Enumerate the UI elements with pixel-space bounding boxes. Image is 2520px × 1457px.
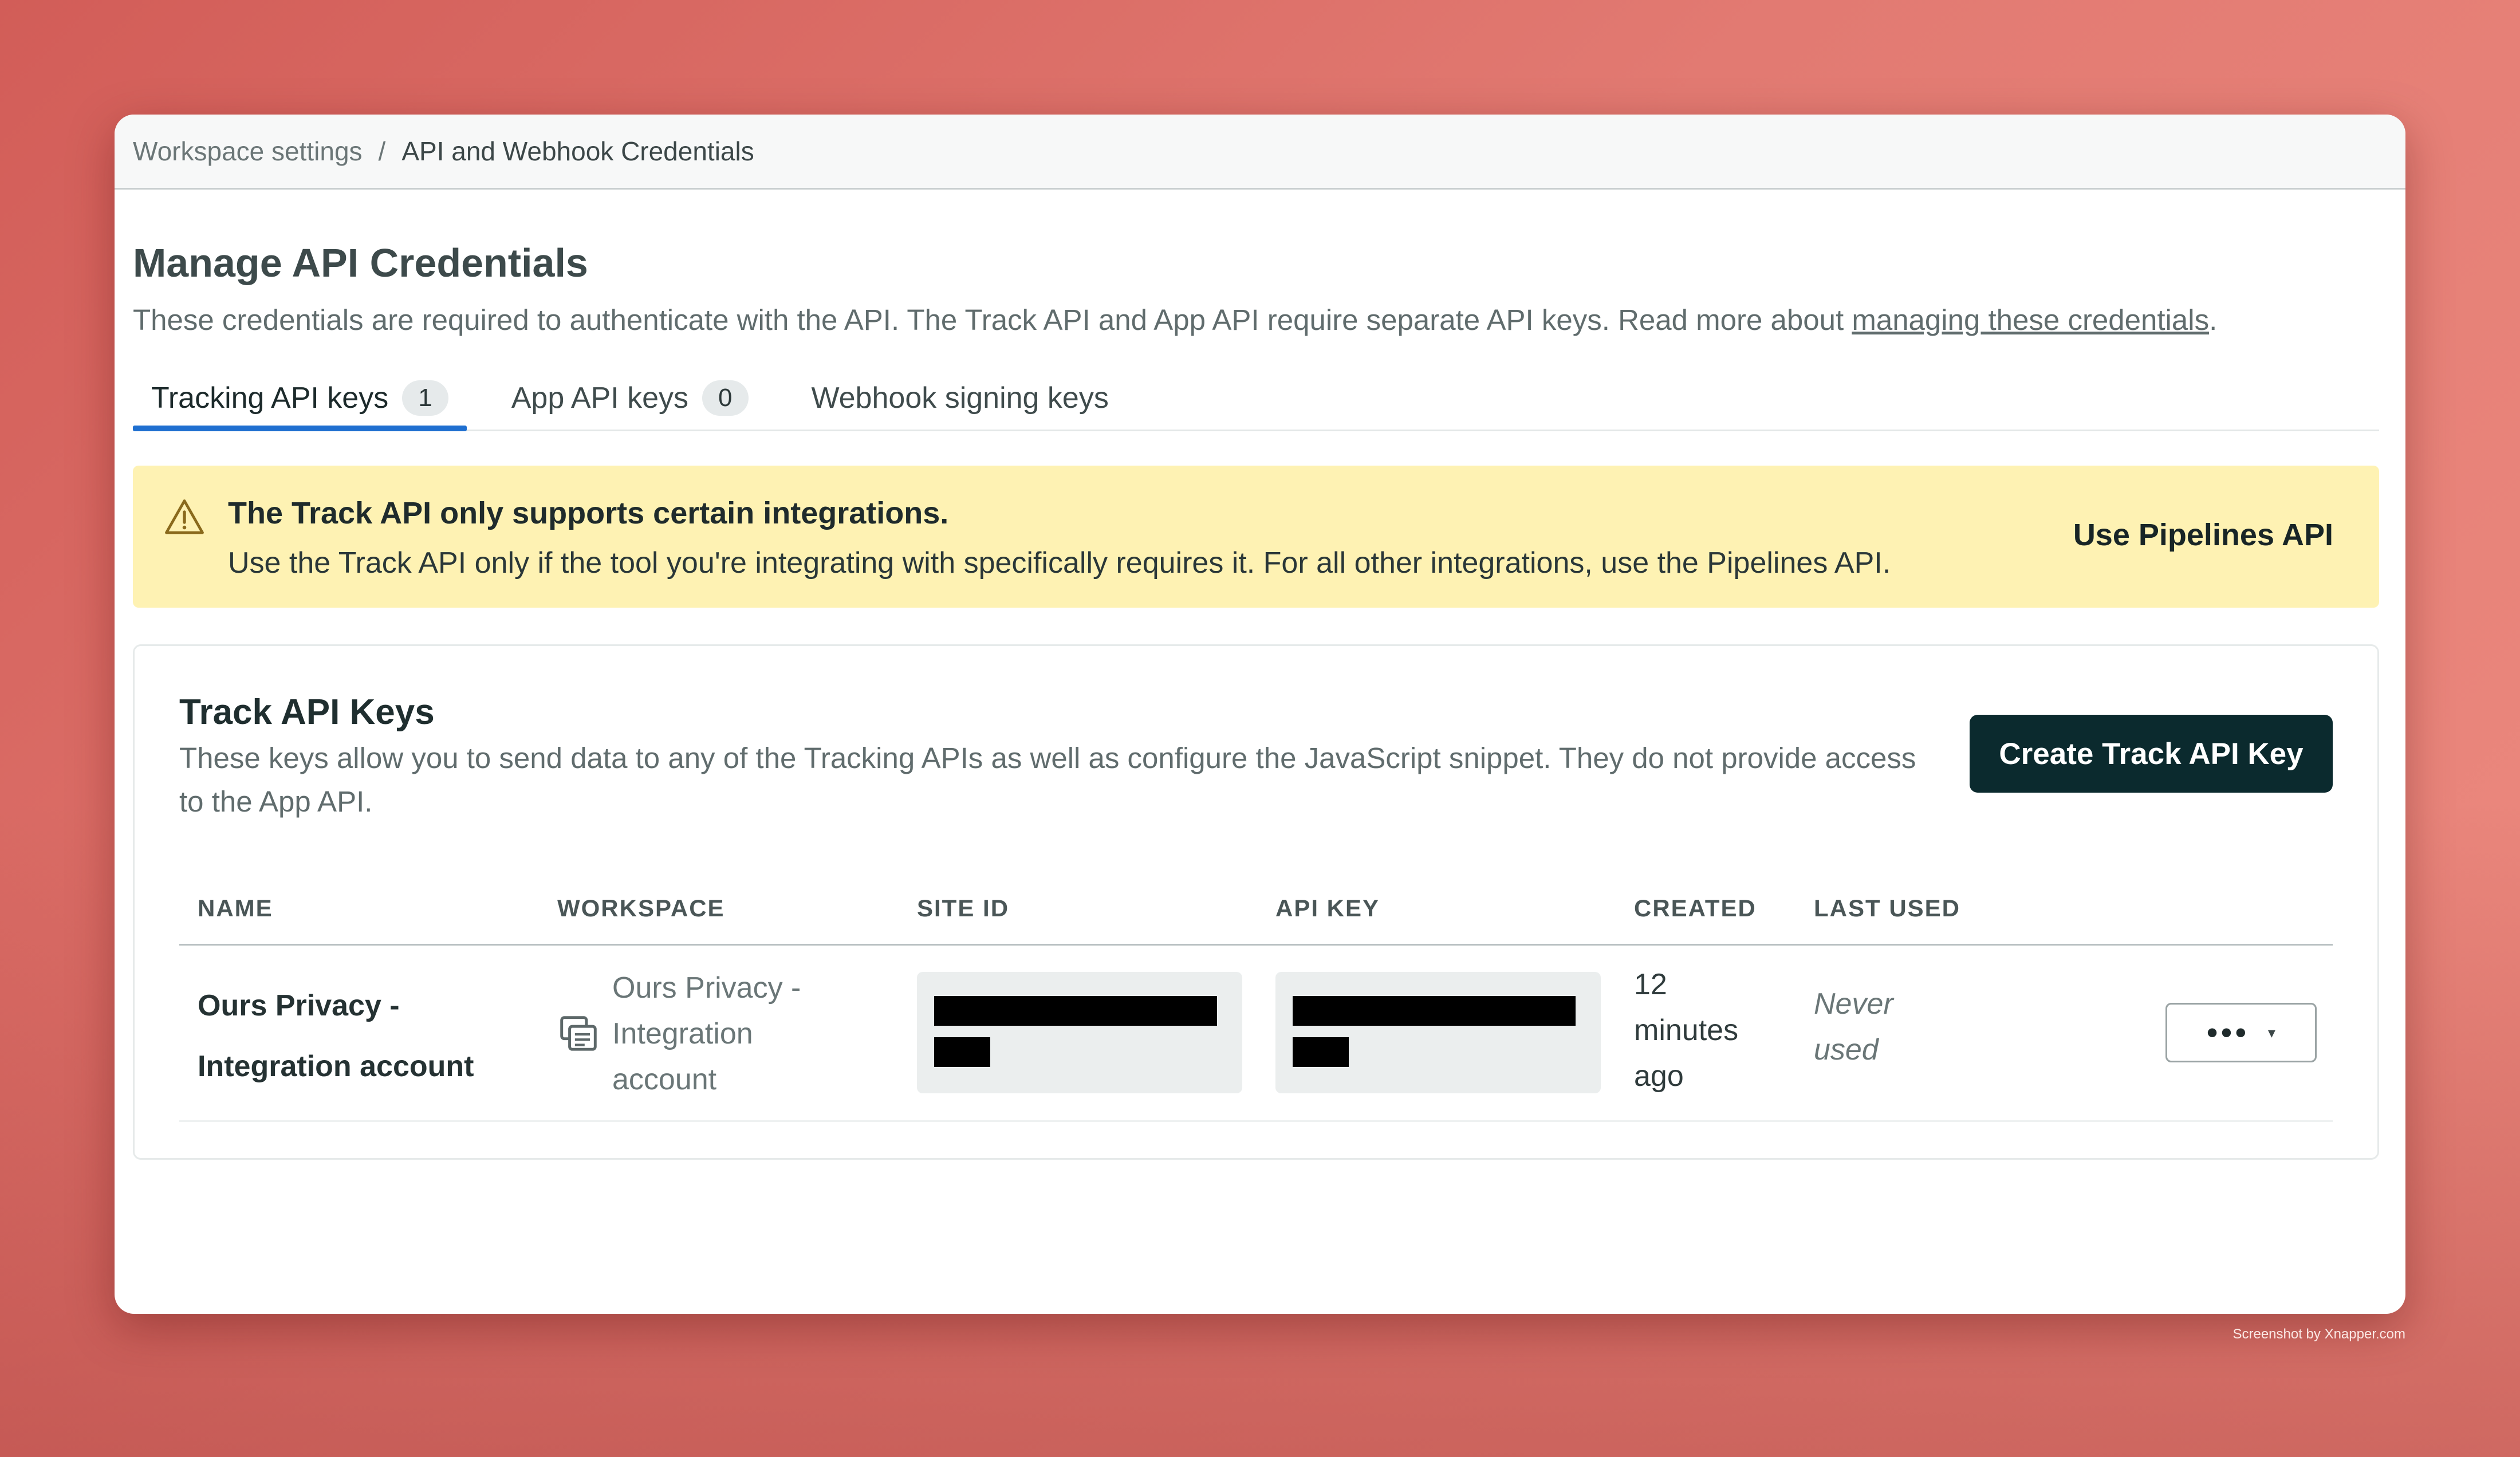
- tab-webhook-signing-keys[interactable]: Webhook signing keys: [793, 367, 1127, 430]
- track-api-warning-banner: The Track API only supports certain inte…: [133, 466, 2379, 608]
- breadcrumb-current: API and Webhook Credentials: [401, 136, 754, 166]
- column-header-created[interactable]: CREATED: [1634, 895, 1757, 922]
- tab-label: Webhook signing keys: [811, 381, 1109, 415]
- workspace-name: Ours Privacy - Integration account: [612, 965, 801, 1102]
- key-name-line: Integration account: [198, 1050, 474, 1083]
- last-used-value: Never used: [1814, 981, 1893, 1073]
- card-title: Track API Keys: [179, 692, 435, 732]
- api-keys-table: NAME WORKSPACE SITE ID API KEY CREATED L…: [179, 869, 2333, 1122]
- tab-count-badge: 1: [402, 380, 448, 416]
- track-api-keys-card: Track API Keys These keys allow you to s…: [133, 644, 2379, 1160]
- use-pipelines-api-button[interactable]: Use Pipelines API: [2073, 517, 2333, 553]
- page-description-end: .: [2209, 304, 2218, 336]
- watermark: Screenshot by Xnapper.com: [2232, 1326, 2405, 1342]
- table-header: NAME WORKSPACE SITE ID API KEY CREATED L…: [179, 869, 2333, 946]
- column-header-workspace[interactable]: WORKSPACE: [557, 895, 725, 922]
- workspace-icon: [560, 1016, 597, 1051]
- redaction-bar: [1293, 1037, 1349, 1067]
- column-header-site-id[interactable]: SITE ID: [917, 895, 1009, 922]
- redaction-bar: [1293, 996, 1576, 1026]
- workspace-name-line: Integration: [612, 1017, 753, 1050]
- last-used-line: Never: [1814, 987, 1893, 1021]
- redaction-bar: [934, 996, 1217, 1026]
- last-used-line: used: [1814, 1033, 1879, 1066]
- page-description-text: These credentials are required to authen…: [133, 304, 1852, 336]
- tab-bar: Tracking API keys 1 App API keys 0 Webho…: [133, 367, 2379, 431]
- warning-body: Use the Track API only if the tool you'r…: [228, 546, 1891, 580]
- created-line: 12: [1634, 968, 1667, 1001]
- main-content: Manage API Credentials These credentials…: [115, 240, 2405, 1160]
- card-description: These keys allow you to send data to any…: [179, 742, 1916, 818]
- tab-count-badge: 0: [702, 380, 749, 416]
- workspace-name-line: Ours Privacy -: [612, 971, 801, 1005]
- workspace-name-line: account: [612, 1063, 717, 1096]
- more-dots-icon: •••: [2207, 1015, 2250, 1050]
- column-header-name[interactable]: NAME: [198, 895, 273, 922]
- managing-credentials-link[interactable]: managing these credentials: [1852, 304, 2209, 336]
- redaction-bar: [934, 1037, 990, 1067]
- chevron-down-icon: ▾: [2267, 1023, 2275, 1041]
- column-header-api-key[interactable]: API KEY: [1275, 895, 1380, 922]
- created-line: minutes: [1634, 1014, 1739, 1047]
- breadcrumb-separator: /: [378, 136, 386, 166]
- created-line: ago: [1634, 1060, 1684, 1093]
- tab-label: Tracking API keys: [151, 381, 389, 415]
- tab-tracking-api-keys[interactable]: Tracking API keys 1: [133, 367, 467, 431]
- page-description: These credentials are required to authen…: [133, 303, 2379, 337]
- warning-title: The Track API only supports certain inte…: [228, 496, 949, 530]
- key-name: Ours Privacy - Integration account: [198, 975, 474, 1097]
- table-row: Ours Privacy - Integration account Ours …: [179, 946, 2333, 1122]
- api-key-value-redacted[interactable]: [1275, 972, 1601, 1093]
- breadcrumb-parent[interactable]: Workspace settings: [133, 136, 363, 167]
- app-window: Workspace settings / API and Webhook Cre…: [115, 115, 2405, 1314]
- key-name-line: Ours Privacy -: [198, 989, 400, 1022]
- breadcrumb: Workspace settings / API and Webhook Cre…: [115, 115, 2405, 190]
- create-track-api-key-button[interactable]: Create Track API Key: [1970, 715, 2333, 793]
- warning-triangle-icon: [165, 499, 204, 534]
- tab-label: App API keys: [511, 381, 689, 415]
- site-id-value-redacted[interactable]: [917, 972, 1242, 1093]
- row-actions-menu-button[interactable]: ••• ▾: [2165, 1003, 2317, 1062]
- tab-app-api-keys[interactable]: App API keys 0: [493, 367, 767, 430]
- created-value: 12 minutes ago: [1634, 962, 1738, 1099]
- warning-text: The Track API only supports certain inte…: [228, 495, 1891, 580]
- column-header-last-used[interactable]: LAST USED: [1814, 895, 1960, 922]
- page-title: Manage API Credentials: [133, 241, 588, 285]
